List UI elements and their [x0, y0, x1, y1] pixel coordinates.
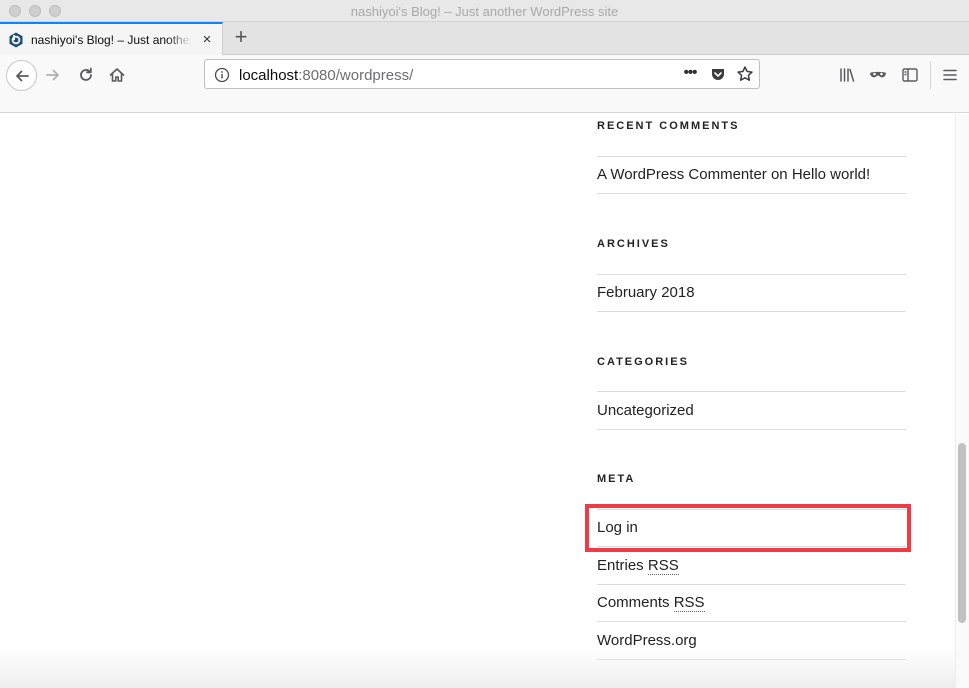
- divider: [597, 311, 906, 312]
- recent-comments-title: RECENT COMMENTS: [597, 120, 740, 132]
- new-tab-button[interactable]: +: [231, 26, 251, 48]
- forward-button[interactable]: [42, 64, 64, 86]
- divider: [597, 429, 906, 430]
- recent-comment-item: A WordPress Commenter on Hello world!: [597, 166, 870, 183]
- sidebar-icon: [902, 68, 918, 82]
- rss-abbr: RSS: [673, 594, 705, 612]
- library-icon: [840, 68, 855, 82]
- page-viewport: RECENT COMMENTS A WordPress Commenter on…: [0, 114, 955, 688]
- tab-active[interactable]: nashiyoi's Blog! – Just another WordPres…: [0, 22, 223, 55]
- main-menu-button[interactable]: [939, 64, 961, 86]
- comment-on-text: on: [766, 166, 792, 183]
- entries-label: Entries: [597, 557, 648, 574]
- page-actions-button[interactable]: •••: [680, 64, 700, 84]
- meta-title: META: [597, 473, 636, 485]
- divider: [597, 391, 906, 392]
- star-icon[interactable]: [736, 65, 754, 83]
- tab-label: nashiyoi's Blog! – Just another WordPres…: [31, 33, 191, 47]
- sidebar-toggle-button[interactable]: [899, 64, 921, 86]
- back-arrow-icon: [15, 70, 29, 81]
- divider: [597, 156, 906, 157]
- rss-abbr: RSS: [647, 557, 679, 575]
- comments-rss-link[interactable]: Comments RSS: [597, 594, 705, 612]
- meta-item: WordPress.org: [597, 632, 697, 649]
- url-bar[interactable]: localhost:8080/wordpress/ •••: [204, 59, 760, 89]
- archive-item: February 2018: [597, 284, 695, 301]
- forward-arrow-icon: [46, 69, 59, 81]
- wordpress-org-link[interactable]: WordPress.org: [597, 632, 697, 649]
- comment-author-link[interactable]: A WordPress Commenter: [597, 166, 767, 183]
- divider: [597, 274, 906, 275]
- url-text[interactable]: localhost:8080/wordpress/: [239, 67, 413, 84]
- private-mask-icon: [870, 71, 886, 78]
- comments-label: Comments: [597, 594, 674, 611]
- library-button[interactable]: [836, 64, 858, 86]
- close-icon[interactable]: ×: [200, 32, 214, 47]
- home-button[interactable]: [106, 64, 128, 86]
- meta-item: Entries RSS: [597, 557, 679, 575]
- reload-icon: [80, 67, 92, 81]
- archive-link[interactable]: February 2018: [597, 284, 695, 301]
- window-title: nashiyoi's Blog! – Just another WordPres…: [350, 4, 619, 19]
- back-button[interactable]: [6, 60, 37, 91]
- reload-button[interactable]: [75, 64, 97, 86]
- tab-bar: nashiyoi's Blog! – Just another WordPres…: [0, 22, 969, 55]
- url-host: localhost: [239, 67, 299, 84]
- comment-post-link[interactable]: Hello world!: [792, 166, 870, 183]
- site-favicon-icon: [9, 32, 23, 48]
- categories-title: CATEGORIES: [597, 356, 689, 368]
- home-icon: [109, 68, 125, 82]
- divider: [597, 621, 906, 622]
- info-icon[interactable]: [214, 67, 230, 83]
- toolbar-separator: [930, 61, 931, 89]
- divider: [597, 584, 906, 585]
- entries-rss-link[interactable]: Entries RSS: [597, 557, 679, 575]
- category-item: Uncategorized: [597, 402, 694, 419]
- navigation-toolbar: localhost:8080/wordpress/ •••: [0, 55, 969, 113]
- divider: [597, 193, 906, 194]
- meta-item: Comments RSS: [597, 594, 705, 612]
- highlight-box: [585, 504, 911, 552]
- page-bottom-fade: [0, 648, 955, 688]
- category-link[interactable]: Uncategorized: [597, 402, 694, 419]
- private-browsing-button[interactable]: [867, 64, 889, 86]
- scrollbar-thumb[interactable]: [958, 443, 966, 623]
- url-path: :8080/wordpress/: [298, 67, 414, 84]
- hamburger-menu-icon: [943, 69, 957, 81]
- pocket-icon[interactable]: [710, 66, 726, 82]
- window-titlebar: nashiyoi's Blog! – Just another WordPres…: [0, 0, 969, 22]
- archives-title: ARCHIVES: [597, 238, 670, 250]
